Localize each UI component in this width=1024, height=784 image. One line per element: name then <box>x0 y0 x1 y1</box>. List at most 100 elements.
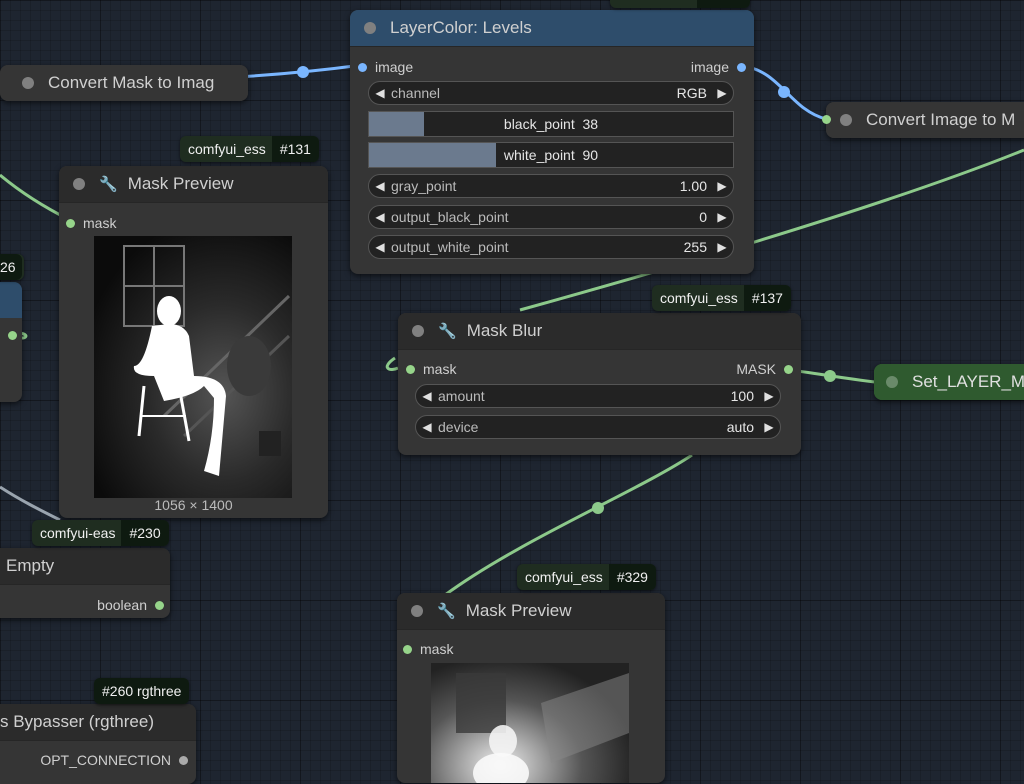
convert-image-node[interactable]: Convert Image to M <box>826 102 1024 138</box>
output-socket[interactable] <box>737 62 746 72</box>
white-point-slider[interactable]: white_point 90 <box>368 142 734 168</box>
increment-arrow-icon[interactable]: ▶ <box>711 179 733 193</box>
collapse-dot[interactable] <box>886 376 898 388</box>
increment-arrow-icon[interactable]: ▶ <box>711 86 733 100</box>
badge-name: comfyui_ess <box>525 569 603 585</box>
slider-label: black_point <box>503 116 575 132</box>
widget-value: RGB <box>676 85 707 101</box>
increment-arrow-icon[interactable]: ▶ <box>758 420 780 434</box>
increment-arrow-icon[interactable]: ▶ <box>758 389 780 403</box>
decrement-arrow-icon[interactable]: ◀ <box>369 210 391 224</box>
badge-name: comfyui-eas <box>40 525 116 541</box>
widget-label: device <box>438 419 479 435</box>
device-combo[interactable]: ◀ device auto ▶ <box>415 415 781 439</box>
mask-input-slot[interactable]: mask <box>66 215 116 231</box>
wire-gray-left <box>0 485 61 522</box>
slider-value: 90 <box>582 147 599 163</box>
collapse-dot[interactable] <box>22 77 34 89</box>
increment-arrow-icon[interactable]: ▶ <box>711 210 733 224</box>
wire-midpoint <box>824 370 836 382</box>
wire-blur-to-set <box>787 368 876 384</box>
output-socket[interactable] <box>8 331 17 340</box>
decrement-arrow-icon[interactable]: ◀ <box>369 86 391 100</box>
amount-widget[interactable]: ◀ amount 100 ▶ <box>415 384 781 408</box>
levels-node[interactable]: LayerColor: Levels image image ◀ channel… <box>350 10 754 274</box>
bypasser-node[interactable]: s Bypasser (rgthree) OPT_CONNECTION <box>0 704 196 784</box>
decrement-arrow-icon[interactable]: ◀ <box>369 179 391 193</box>
mask-blur-node[interactable]: 🔧 Mask Blur mask MASK ◀ amount 100 ▶ ◀ d… <box>398 313 801 455</box>
slider-value: 38 <box>582 116 599 132</box>
widget-value: 255 <box>683 239 707 255</box>
mask-preview-image <box>94 236 292 498</box>
widget-label: output_white_point <box>391 239 509 255</box>
widget-value: 1.00 <box>679 178 707 194</box>
node-id-badge: #260 rgthree <box>94 678 190 704</box>
decrement-arrow-icon[interactable]: ◀ <box>416 389 438 403</box>
image-input-slot[interactable]: image <box>358 59 413 75</box>
output-label: boolean <box>97 597 147 613</box>
input-socket[interactable] <box>358 62 367 72</box>
slider-label: white_point <box>503 147 575 163</box>
node-title: Mask Preview <box>127 174 234 193</box>
node-title: Convert Image to M <box>866 110 1016 129</box>
collapse-dot[interactable] <box>412 325 424 337</box>
output-socket[interactable] <box>179 755 188 765</box>
output-label: OPT_CONNECTION <box>40 752 171 768</box>
increment-arrow-icon[interactable]: ▶ <box>711 240 733 254</box>
mask-input-slot[interactable]: mask <box>403 641 453 657</box>
collapse-dot[interactable] <box>364 22 376 34</box>
widget-value: auto <box>726 419 754 435</box>
boolean-output-slot[interactable]: boolean <box>97 597 164 613</box>
convert-mask-node[interactable]: Convert Mask to Imag <box>0 65 248 101</box>
widget-label: channel <box>391 85 441 101</box>
wire-midpoint <box>297 66 309 78</box>
image-dimensions: 1056 × 1400 <box>154 497 233 513</box>
output-socket[interactable] <box>155 600 164 610</box>
input-label: mask <box>83 215 117 231</box>
collapse-dot[interactable] <box>840 114 852 126</box>
black-point-slider[interactable]: black_point 38 <box>368 111 734 137</box>
output-label: image <box>690 59 729 75</box>
node-id-badge: comfyui_ess #137 <box>652 285 791 311</box>
image-output-slot[interactable]: image <box>691 59 746 75</box>
output-socket[interactable] <box>784 364 793 374</box>
empty-node[interactable]: Empty boolean <box>0 548 170 618</box>
collapse-dot[interactable] <box>411 605 423 617</box>
collapse-dot[interactable] <box>73 178 85 190</box>
mask-output-slot[interactable]: MASK <box>736 361 793 377</box>
node-title: Mask Blur <box>466 321 543 340</box>
wire-blur-input <box>385 356 399 372</box>
opt-connection-output-slot[interactable]: OPT_CONNECTION <box>40 752 188 768</box>
input-label: mask <box>423 361 457 377</box>
channel-combo[interactable]: ◀ channel RGB ▶ <box>368 81 734 105</box>
badge-id: #131 <box>271 136 319 162</box>
badge-id: #230 <box>121 520 169 546</box>
output-black-point-widget[interactable]: ◀ output_black_point 0 ▶ <box>368 205 734 229</box>
widget-label: gray_point <box>391 178 457 194</box>
input-socket[interactable] <box>403 644 412 654</box>
node-title: s Bypasser (rgthree) <box>0 712 154 731</box>
set-layer-node[interactable]: Set_LAYER_M <box>874 364 1024 400</box>
node-id-badge: comfyui_ess #131 <box>180 136 319 162</box>
gray-point-widget[interactable]: ◀ gray_point 1.00 ▶ <box>368 174 734 198</box>
input-socket[interactable] <box>822 115 831 124</box>
blurred-silhouette <box>456 673 629 783</box>
wire-midpoint <box>778 86 790 98</box>
output-white-point-widget[interactable]: ◀ output_white_point 255 ▶ <box>368 235 734 259</box>
input-label: image <box>375 59 414 75</box>
wire-midpoint <box>592 502 604 514</box>
mask-preview-node-2[interactable]: 🔧 Mask Preview mask <box>397 593 665 783</box>
mask-silhouette <box>123 245 291 476</box>
left-stub-node[interactable] <box>0 282 22 402</box>
mask-input-slot[interactable]: mask <box>406 361 456 377</box>
badge-name: comfyui_ess <box>188 141 266 157</box>
wrench-icon: 🔧 <box>99 176 118 193</box>
decrement-arrow-icon[interactable]: ◀ <box>369 240 391 254</box>
node-title: LayerColor: Levels <box>390 18 532 37</box>
wrench-icon: 🔧 <box>437 603 456 620</box>
mask-preview-node[interactable]: 🔧 Mask Preview mask 1056 × 1400 <box>59 166 328 518</box>
decrement-arrow-icon[interactable]: ◀ <box>416 420 438 434</box>
input-socket[interactable] <box>66 218 75 228</box>
input-socket[interactable] <box>406 364 415 374</box>
badge-id: 26 <box>0 254 22 280</box>
